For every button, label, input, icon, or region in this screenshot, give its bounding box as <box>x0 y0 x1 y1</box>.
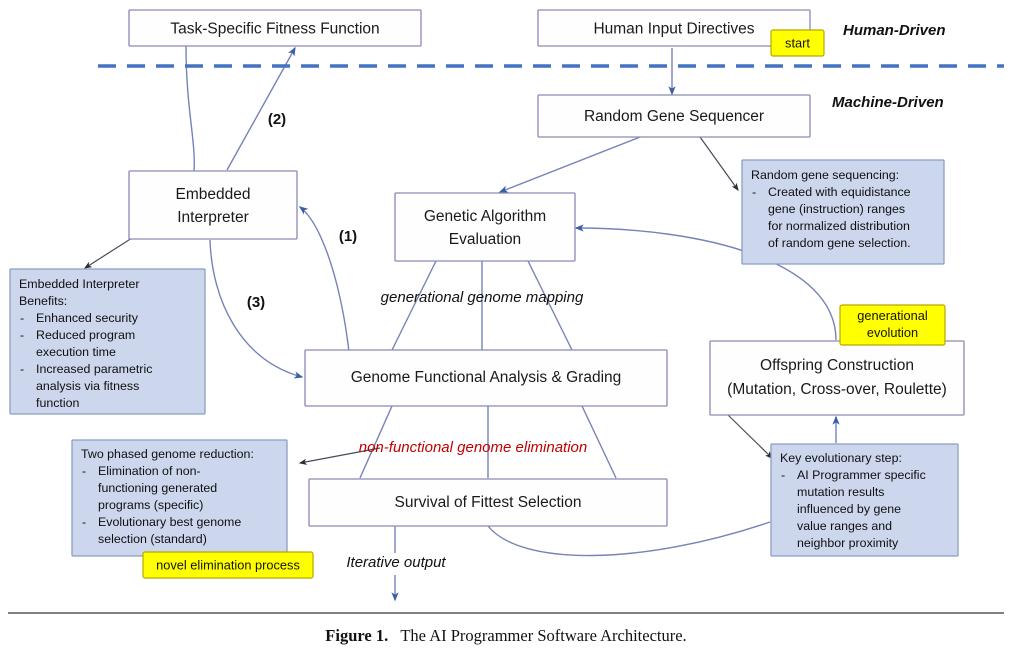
note-line: mutation results <box>797 485 884 499</box>
note-line: for normalized distribution <box>768 219 910 233</box>
note-embedded-interpreter-benefits: Embedded Interpreter Benefits: - Enhance… <box>9 268 206 415</box>
note-line: analysis via fitness <box>36 379 139 393</box>
edge-fitness-to-interpreter <box>185 44 195 173</box>
highlight-novel-elim-label: novel elimination process <box>156 558 300 573</box>
note-bullet-dash: - <box>82 464 86 478</box>
node-label-ga-eval-1: Genetic Algorithm <box>424 208 546 225</box>
edge-offspring-to-key-step-note <box>727 414 773 459</box>
edge-label-iterative-output: Iterative output <box>346 554 446 571</box>
caption-divider-rule <box>8 612 1004 614</box>
edge-sequencer-to-ga-eval <box>498 136 641 193</box>
node-human-input-directives[interactable]: Human Input Directives <box>537 9 811 47</box>
note-bullet-dash: - <box>20 328 24 342</box>
note-bullet-dash: - <box>20 362 24 376</box>
note-line: functioning generated <box>98 481 217 495</box>
architecture-diagram: Task-Specific Fitness Function Human Inp… <box>9 9 1004 602</box>
caption-text: The AI Programmer Software Architecture. <box>400 626 687 645</box>
lane-label-human-driven: Human-Driven <box>843 22 946 39</box>
node-label-offspring-1: Offspring Construction <box>760 357 914 374</box>
edge-label-3: (3) <box>247 294 265 311</box>
edge-sequencer-to-random-gene-note <box>699 136 739 191</box>
note-line: gene (instruction) ranges <box>768 202 905 216</box>
highlight-start: start <box>770 29 825 57</box>
note-line: influenced by gene <box>797 502 901 516</box>
node-embedded-interpreter[interactable]: Embedded Interpreter <box>128 170 298 240</box>
note-line: function <box>36 396 80 410</box>
note-title-benefits-2: Benefits: <box>19 294 67 308</box>
node-genetic-algorithm-evaluation[interactable]: Genetic Algorithm Evaluation <box>394 192 576 262</box>
note-line: selection (standard) <box>98 532 207 546</box>
note-title-random-gene: Random gene sequencing: <box>751 168 899 182</box>
note-bullet-dash: - <box>781 468 785 482</box>
node-label-interpreter-1: Embedded <box>176 186 251 203</box>
note-line: Created with equidistance <box>768 185 911 199</box>
node-label-sequencer: Random Gene Sequencer <box>584 108 764 125</box>
edge-label-1: (1) <box>339 228 357 245</box>
note-title-genome-reduction: Two phased genome reduction: <box>81 447 254 461</box>
note-line: AI Programmer specific <box>797 468 926 482</box>
node-random-gene-sequencer[interactable]: Random Gene Sequencer <box>537 94 811 138</box>
figure-container: Task-Specific Fitness Function Human Inp… <box>0 0 1012 654</box>
node-label-survival: Survival of Fittest Selection <box>395 494 582 511</box>
node-label-fitness: Task-Specific Fitness Function <box>170 21 379 38</box>
figure-caption: Figure 1. The AI Programmer Software Arc… <box>0 626 1012 646</box>
node-survival-of-fittest-selection[interactable]: Survival of Fittest Selection <box>308 478 668 527</box>
highlight-novel-elimination-process: novel elimination process <box>142 551 314 579</box>
edge-label-non-functional-elimination: non-functional genome elimination <box>359 439 587 456</box>
edge-label-generational-genome-mapping: generational genome mapping <box>381 289 584 306</box>
note-line: Increased parametric <box>36 362 152 376</box>
note-title-key-step: Key evolutionary step: <box>780 451 902 465</box>
highlight-gen-evo-line1: generational <box>857 308 927 323</box>
note-line: Evolutionary best genome <box>98 515 241 529</box>
note-bullet-dash: - <box>82 515 86 529</box>
node-label-offspring-2: (Mutation, Cross-over, Roulette) <box>727 381 947 398</box>
node-label-ga-eval-2: Evaluation <box>449 231 521 248</box>
note-line: Elimination of non- <box>98 464 201 478</box>
node-label-interpreter-2: Interpreter <box>177 209 249 226</box>
note-bullet-dash: - <box>752 185 756 199</box>
highlight-generational-evolution: generational evolution <box>839 304 946 346</box>
note-line: Reduced program <box>36 328 135 342</box>
edge-survival-to-key-step <box>487 521 771 557</box>
note-title-benefits-1: Embedded Interpreter <box>19 277 140 291</box>
note-random-gene-sequencing: Random gene sequencing: - Created with e… <box>741 159 945 265</box>
node-label-genome-analysis: Genome Functional Analysis & Grading <box>351 369 622 386</box>
note-line: Enhanced security <box>36 311 139 325</box>
note-line: programs (specific) <box>98 498 203 512</box>
node-genome-functional-analysis[interactable]: Genome Functional Analysis & Grading <box>304 349 668 407</box>
note-line: of random gene selection. <box>768 236 911 250</box>
edge-interpreter-to-benefits-note <box>84 237 133 269</box>
lane-label-machine-driven: Machine-Driven <box>832 94 944 111</box>
node-task-specific-fitness-function[interactable]: Task-Specific Fitness Function <box>128 9 422 47</box>
node-offspring-construction[interactable]: Offspring Construction (Mutation, Cross-… <box>709 340 965 416</box>
note-two-phased-genome-reduction: Two phased genome reduction: - Eliminati… <box>71 439 288 557</box>
edge-label-2: (2) <box>268 111 286 128</box>
caption-label: Figure 1. <box>325 626 389 645</box>
note-line: execution time <box>36 345 116 359</box>
highlight-start-label: start <box>785 36 810 51</box>
note-line: neighbor proximity <box>797 536 899 550</box>
note-key-evolutionary-step: Key evolutionary step: - AI Programmer s… <box>770 443 959 557</box>
note-bullet-dash: - <box>20 311 24 325</box>
highlight-gen-evo-line2: evolution <box>867 325 918 340</box>
note-line: value ranges and <box>797 519 892 533</box>
node-label-human-input: Human Input Directives <box>593 21 754 38</box>
